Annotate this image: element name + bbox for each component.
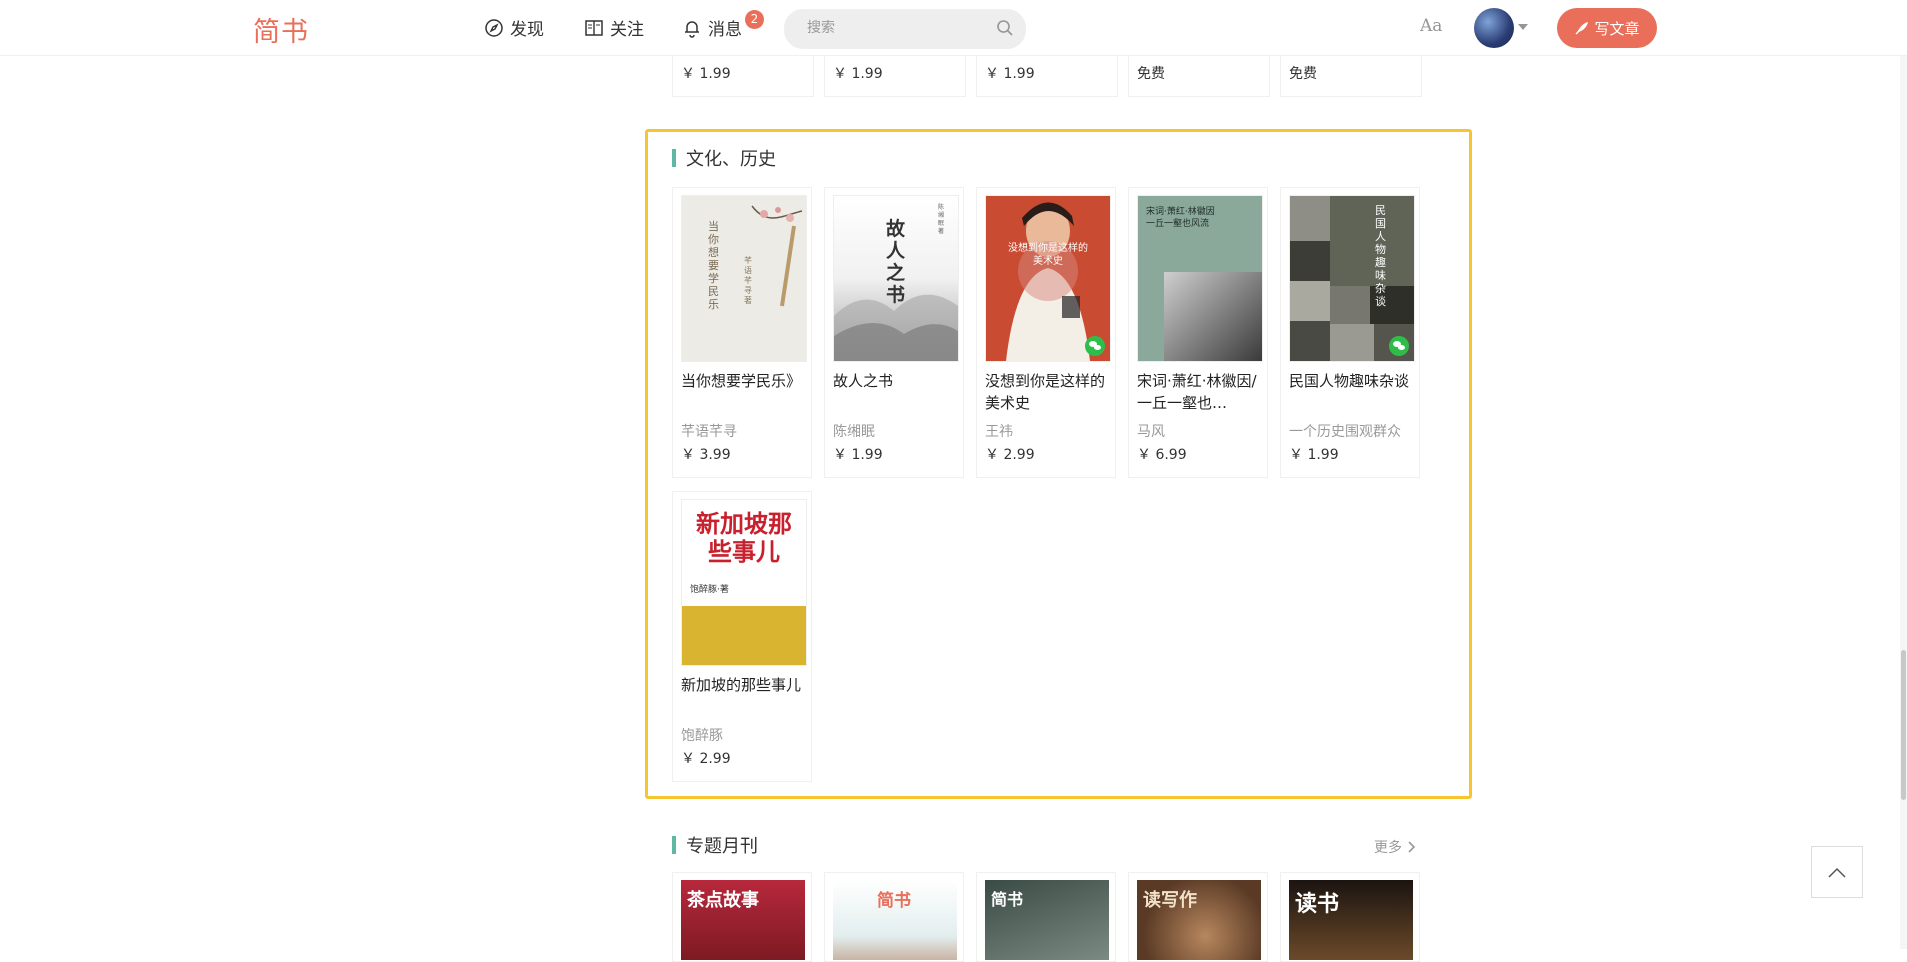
book-author: 芊语芊寻 xyxy=(681,424,737,440)
book-price: ￥ 3.99 xyxy=(681,447,731,463)
more-label: 更多 xyxy=(1374,840,1402,856)
cover-title: 故人之书 xyxy=(886,218,906,306)
cover-title: 民国人物趣味杂谈 xyxy=(1375,204,1386,308)
book-price: ￥ 6.99 xyxy=(1137,447,1187,463)
write-article-button[interactable]: 写文章 xyxy=(1557,8,1657,48)
book-author: 陈缃眠 xyxy=(833,424,875,440)
scrollbar-thumb[interactable] xyxy=(1901,650,1906,800)
search-box xyxy=(784,9,1026,49)
book-title[interactable]: 故人之书 xyxy=(833,370,957,392)
search-input[interactable] xyxy=(805,19,989,37)
book-price: ￥ 1.99 xyxy=(833,447,883,463)
cover-title: 新加坡那些事儿 xyxy=(696,509,792,566)
cover-title: 当你想要学民乐 xyxy=(708,220,719,311)
nav-discover[interactable]: 发现 xyxy=(484,15,544,40)
cover-band xyxy=(682,606,806,665)
message-count-badge: 2 xyxy=(745,10,764,29)
user-avatar[interactable] xyxy=(1474,8,1514,48)
chevron-down-icon[interactable] xyxy=(1518,24,1528,30)
magazine-label: 读写作 xyxy=(1143,890,1197,911)
book-author: 一个历史围观群众 xyxy=(1289,424,1401,440)
book-card[interactable]: 当你想要学民乐 芊语芊寻著 当你想要学民乐》 芊语芊寻 ￥ 3.99 xyxy=(672,187,812,478)
magazine-label: 简书 xyxy=(877,891,911,911)
cover-author: 芊语芊寻著 xyxy=(744,256,752,305)
book-author: 王祎 xyxy=(985,424,1013,440)
magazine-cover: 读书 xyxy=(1289,880,1413,960)
write-article-label: 写文章 xyxy=(1594,19,1640,38)
portrait-photo xyxy=(1164,272,1262,361)
magazine-cover: 读写作 xyxy=(1137,880,1261,960)
book-open-icon xyxy=(585,19,603,36)
magazine-cover: 茶点故事 xyxy=(681,880,805,960)
cover-author: 陈缃眠著 xyxy=(938,204,945,235)
wechat-icon xyxy=(1085,336,1105,356)
cover-subtitle: 一丘一壑也风流 xyxy=(1146,219,1210,229)
book-price: ￥ 1.99 xyxy=(1289,447,1339,463)
more-link[interactable]: 更多 xyxy=(1374,837,1416,857)
book-title[interactable]: 民国人物趣味杂谈 xyxy=(1289,370,1413,392)
top-navbar: 简书 发现 关注 消息 2 Aa 写文章 xyxy=(0,0,1907,56)
chevron-right-icon xyxy=(1408,841,1416,853)
site-logo[interactable]: 简书 xyxy=(253,10,309,49)
font-size-toggle[interactable]: Aa xyxy=(1420,16,1442,36)
cover-title: 宋词·萧红·林徽因 xyxy=(1146,207,1215,217)
book-title[interactable]: 宋词·萧红·林徽因/一丘一壑也… xyxy=(1137,370,1261,414)
book-cover[interactable]: 新加坡那些事儿 饱醉豚·著 xyxy=(681,499,807,666)
nav-follow-label: 关注 xyxy=(610,20,644,40)
book-card[interactable]: 宋词·萧红·林徽因 一丘一壑也风流 宋词·萧红·林徽因/一丘一壑也… 马风 ￥ … xyxy=(1128,187,1268,478)
book-title[interactable]: 没想到你是这样的美术史 xyxy=(985,370,1109,414)
magazine-cover: 简书 xyxy=(985,880,1109,960)
book-price: ￥ 2.99 xyxy=(681,751,731,767)
page-scrollbar[interactable] xyxy=(1900,0,1907,949)
compass-icon xyxy=(485,18,503,37)
book-card[interactable]: 故人之书 陈缃眠著 故人之书 陈缃眠 ￥ 1.99 xyxy=(824,187,964,478)
cover-title: 没想到你是这样的美术史 xyxy=(1008,243,1088,267)
cover-author: 饱醉豚·著 xyxy=(690,585,729,595)
section-title: 文化、历史 xyxy=(672,145,776,171)
book-card[interactable]: 新加坡那些事儿 饱醉豚·著 新加坡的那些事儿 饱醉豚 ￥ 2.99 xyxy=(672,491,812,782)
nav-messages[interactable]: 消息 xyxy=(682,15,742,40)
book-card[interactable]: 民国人物趣味杂谈 民国人物趣味杂谈 一个历史围观群众 ￥ 1.99 xyxy=(1280,187,1420,478)
book-price: ￥ 1.99 xyxy=(833,66,883,82)
book-cover[interactable]: 没想到你是这样的美术史 xyxy=(985,195,1111,362)
wechat-icon xyxy=(1389,336,1409,356)
nav-discover-label: 发现 xyxy=(510,20,544,40)
bell-icon xyxy=(685,20,699,38)
magazine-cover: 简书 xyxy=(833,880,957,960)
nav-follow[interactable]: 关注 xyxy=(584,15,644,40)
magazine-label: 简书 xyxy=(991,890,1024,909)
chevron-up-icon xyxy=(1828,867,1846,878)
magazine-label: 读书 xyxy=(1295,891,1340,917)
book-title[interactable]: 当你想要学民乐》 xyxy=(681,370,805,392)
book-price: 免费 xyxy=(1137,66,1165,82)
magazines-title: 专题月刊 xyxy=(672,832,758,858)
book-cover[interactable]: 故人之书 陈缃眠著 xyxy=(833,195,959,362)
back-to-top-button[interactable] xyxy=(1811,846,1863,898)
book-cover[interactable]: 当你想要学民乐 芊语芊寻著 xyxy=(681,195,807,362)
feather-pen-icon xyxy=(1575,22,1589,35)
nav-messages-label: 消息 xyxy=(708,20,742,40)
book-price: ￥ 1.99 xyxy=(985,66,1035,82)
book-cover[interactable]: 民国人物趣味杂谈 xyxy=(1289,195,1415,362)
book-cover[interactable]: 宋词·萧红·林徽因 一丘一壑也风流 xyxy=(1137,195,1263,362)
book-card[interactable]: 没想到你是这样的美术史 没想到你是这样的美术史 王祎 ￥ 2.99 xyxy=(976,187,1116,478)
book-author: 马风 xyxy=(1137,424,1165,440)
book-title[interactable]: 新加坡的那些事儿 xyxy=(681,674,805,696)
book-price: ￥ 1.99 xyxy=(681,66,731,82)
book-author: 饱醉豚 xyxy=(681,728,723,744)
search-icon[interactable] xyxy=(995,18,1015,38)
magazine-label: 茶点故事 xyxy=(687,890,759,911)
book-price: 免费 xyxy=(1289,66,1317,82)
book-price: ￥ 2.99 xyxy=(985,447,1035,463)
